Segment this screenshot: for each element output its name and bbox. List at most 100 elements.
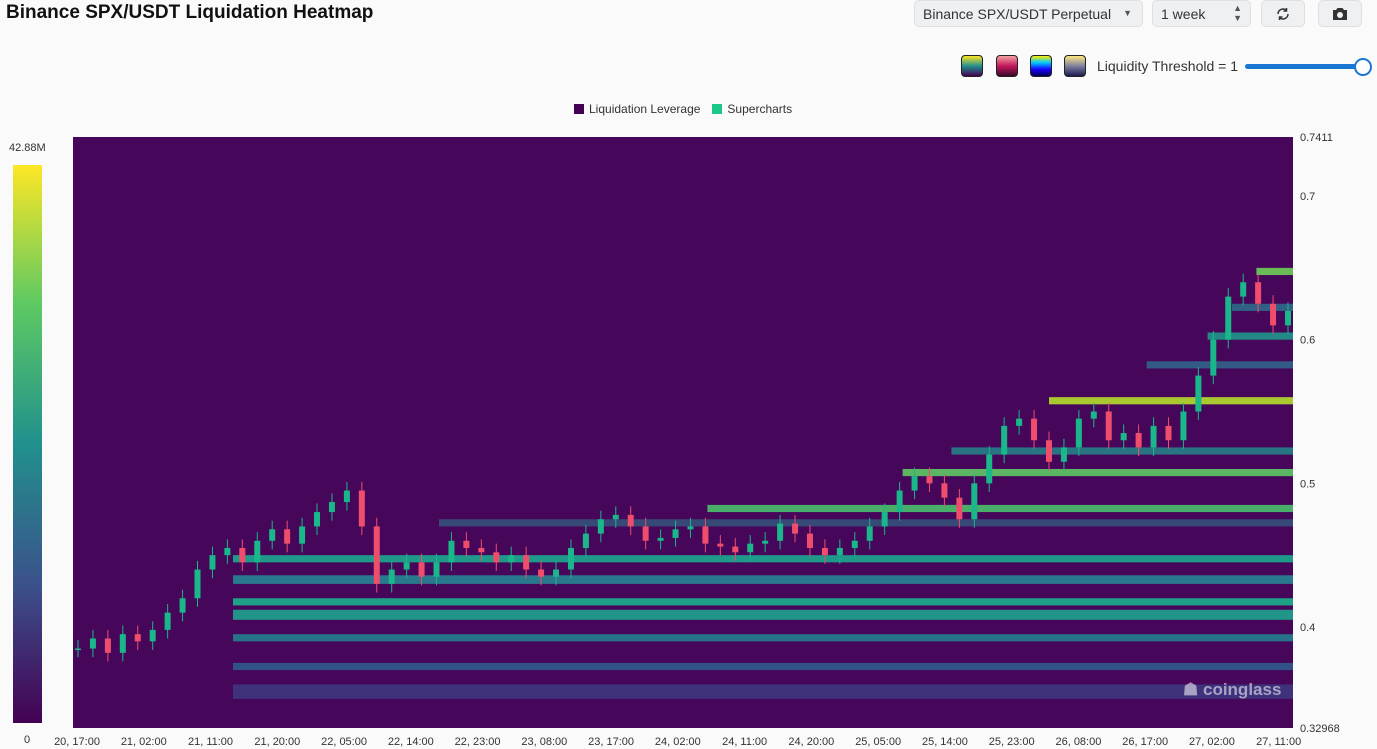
candle-body: [821, 547, 828, 556]
candle-body: [224, 547, 231, 556]
candle-body: [284, 529, 291, 544]
candle-body: [881, 512, 888, 527]
x-tick-label: 27, 11:00: [1256, 736, 1301, 748]
candle-body: [388, 569, 395, 584]
candle-body: [418, 562, 425, 577]
candle-body: [149, 629, 156, 642]
watermark-text: coinglass: [1202, 680, 1282, 699]
candle-body: [971, 483, 978, 520]
candle-body: [194, 569, 201, 599]
candle-body: [1150, 425, 1157, 448]
x-tick-label: 21, 11:00: [188, 736, 233, 748]
candle-body: [373, 526, 380, 584]
candle-body: [762, 540, 769, 544]
heat-band: [1049, 397, 1293, 405]
candle-body: [1075, 418, 1082, 448]
candle-body: [104, 638, 111, 653]
candle-body: [717, 543, 724, 547]
candle-body: [1135, 433, 1142, 448]
y-tick-label: 0.4: [1300, 622, 1315, 634]
heat-band: [1232, 303, 1293, 311]
heat-band: [233, 662, 1293, 671]
x-tick-label: 21, 02:00: [121, 736, 167, 748]
heatmap-chart[interactable]: 0.7411 0.7 0.6 0.5 0.4 0.32968 20, 17:00 21, 02…: [0, 0, 1377, 749]
heat-band: [233, 598, 1293, 606]
candle-body: [463, 540, 470, 548]
candle-body: [597, 519, 604, 534]
candle-body: [567, 547, 574, 570]
x-tick-label: 22, 23:00: [455, 736, 501, 748]
x-tick-label: 22, 14:00: [388, 736, 434, 748]
candle-body: [747, 543, 754, 553]
candle-body: [986, 454, 993, 484]
candle-body: [672, 529, 679, 538]
candle-body: [1120, 433, 1127, 441]
candle-body: [328, 502, 335, 513]
candle-body: [941, 483, 948, 498]
heat-band: [233, 609, 1293, 620]
x-tick-label: 24, 11:00: [722, 736, 767, 748]
candle-body: [358, 490, 365, 527]
candle-body: [343, 490, 350, 503]
coinglass-watermark: ☗ coinglass: [1183, 680, 1281, 700]
y-tick-label: 0.6: [1300, 335, 1315, 347]
candle-body: [164, 612, 171, 630]
candle-body: [553, 569, 560, 577]
candle-body: [1016, 418, 1023, 426]
candle-body: [299, 526, 306, 544]
candle-body: [508, 555, 515, 563]
candle-body: [478, 547, 485, 553]
x-tick-label: 25, 05:00: [855, 736, 901, 748]
candle-body: [911, 476, 918, 491]
candle-body: [926, 476, 933, 484]
candle-body: [269, 529, 276, 541]
x-tick-label: 20, 17:00: [54, 736, 100, 748]
x-tick-label: 25, 14:00: [922, 736, 968, 748]
x-tick-label: 22, 05:00: [321, 736, 367, 748]
candle-body: [448, 540, 455, 563]
candle-body: [896, 490, 903, 513]
x-tick-label: 24, 20:00: [788, 736, 834, 748]
x-tick-label: 24, 02:00: [655, 736, 701, 748]
candle-body: [1225, 296, 1232, 340]
candle-body: [523, 555, 530, 570]
candle-body: [119, 634, 126, 653]
heat-band: [1256, 267, 1293, 276]
candle-body: [806, 533, 813, 548]
candle-body: [851, 540, 858, 548]
candle-body: [956, 497, 963, 520]
candle-body: [1270, 303, 1277, 326]
x-tick-label: 25, 23:00: [989, 736, 1035, 748]
x-tick-label: 26, 17:00: [1122, 736, 1168, 748]
candle-body: [209, 555, 216, 570]
coinglass-logo-icon: ☗: [1183, 680, 1199, 699]
candle-body: [493, 552, 500, 563]
candle-body: [866, 526, 873, 541]
heat-band: [233, 634, 1293, 642]
candle-body: [538, 569, 545, 577]
heat-band: [439, 519, 1293, 527]
candle-body: [702, 526, 709, 544]
heat-band: [233, 684, 1293, 699]
candle-body: [1180, 411, 1187, 441]
candle-body: [1031, 418, 1038, 441]
candle-body: [1105, 411, 1112, 441]
candle-body: [314, 512, 321, 527]
x-tick-label: 21, 20:00: [254, 736, 300, 748]
candle-body: [1255, 282, 1262, 304]
y-tick-label: 0.7: [1300, 191, 1315, 203]
candle-body: [179, 598, 186, 613]
candle-body: [1045, 440, 1052, 462]
candle-body: [612, 514, 619, 520]
candle-body: [687, 526, 694, 530]
x-tick-label: 23, 17:00: [588, 736, 634, 748]
candle-body: [1060, 447, 1067, 462]
candle-body: [1165, 425, 1172, 441]
candle-body: [1090, 411, 1097, 419]
x-tick-label: 27, 02:00: [1189, 736, 1235, 748]
candle-body: [89, 638, 96, 649]
x-tick-label: 26, 08:00: [1055, 736, 1101, 748]
candle-body: [75, 648, 81, 651]
heat-band: [1207, 332, 1293, 340]
candle-body: [1285, 310, 1291, 326]
